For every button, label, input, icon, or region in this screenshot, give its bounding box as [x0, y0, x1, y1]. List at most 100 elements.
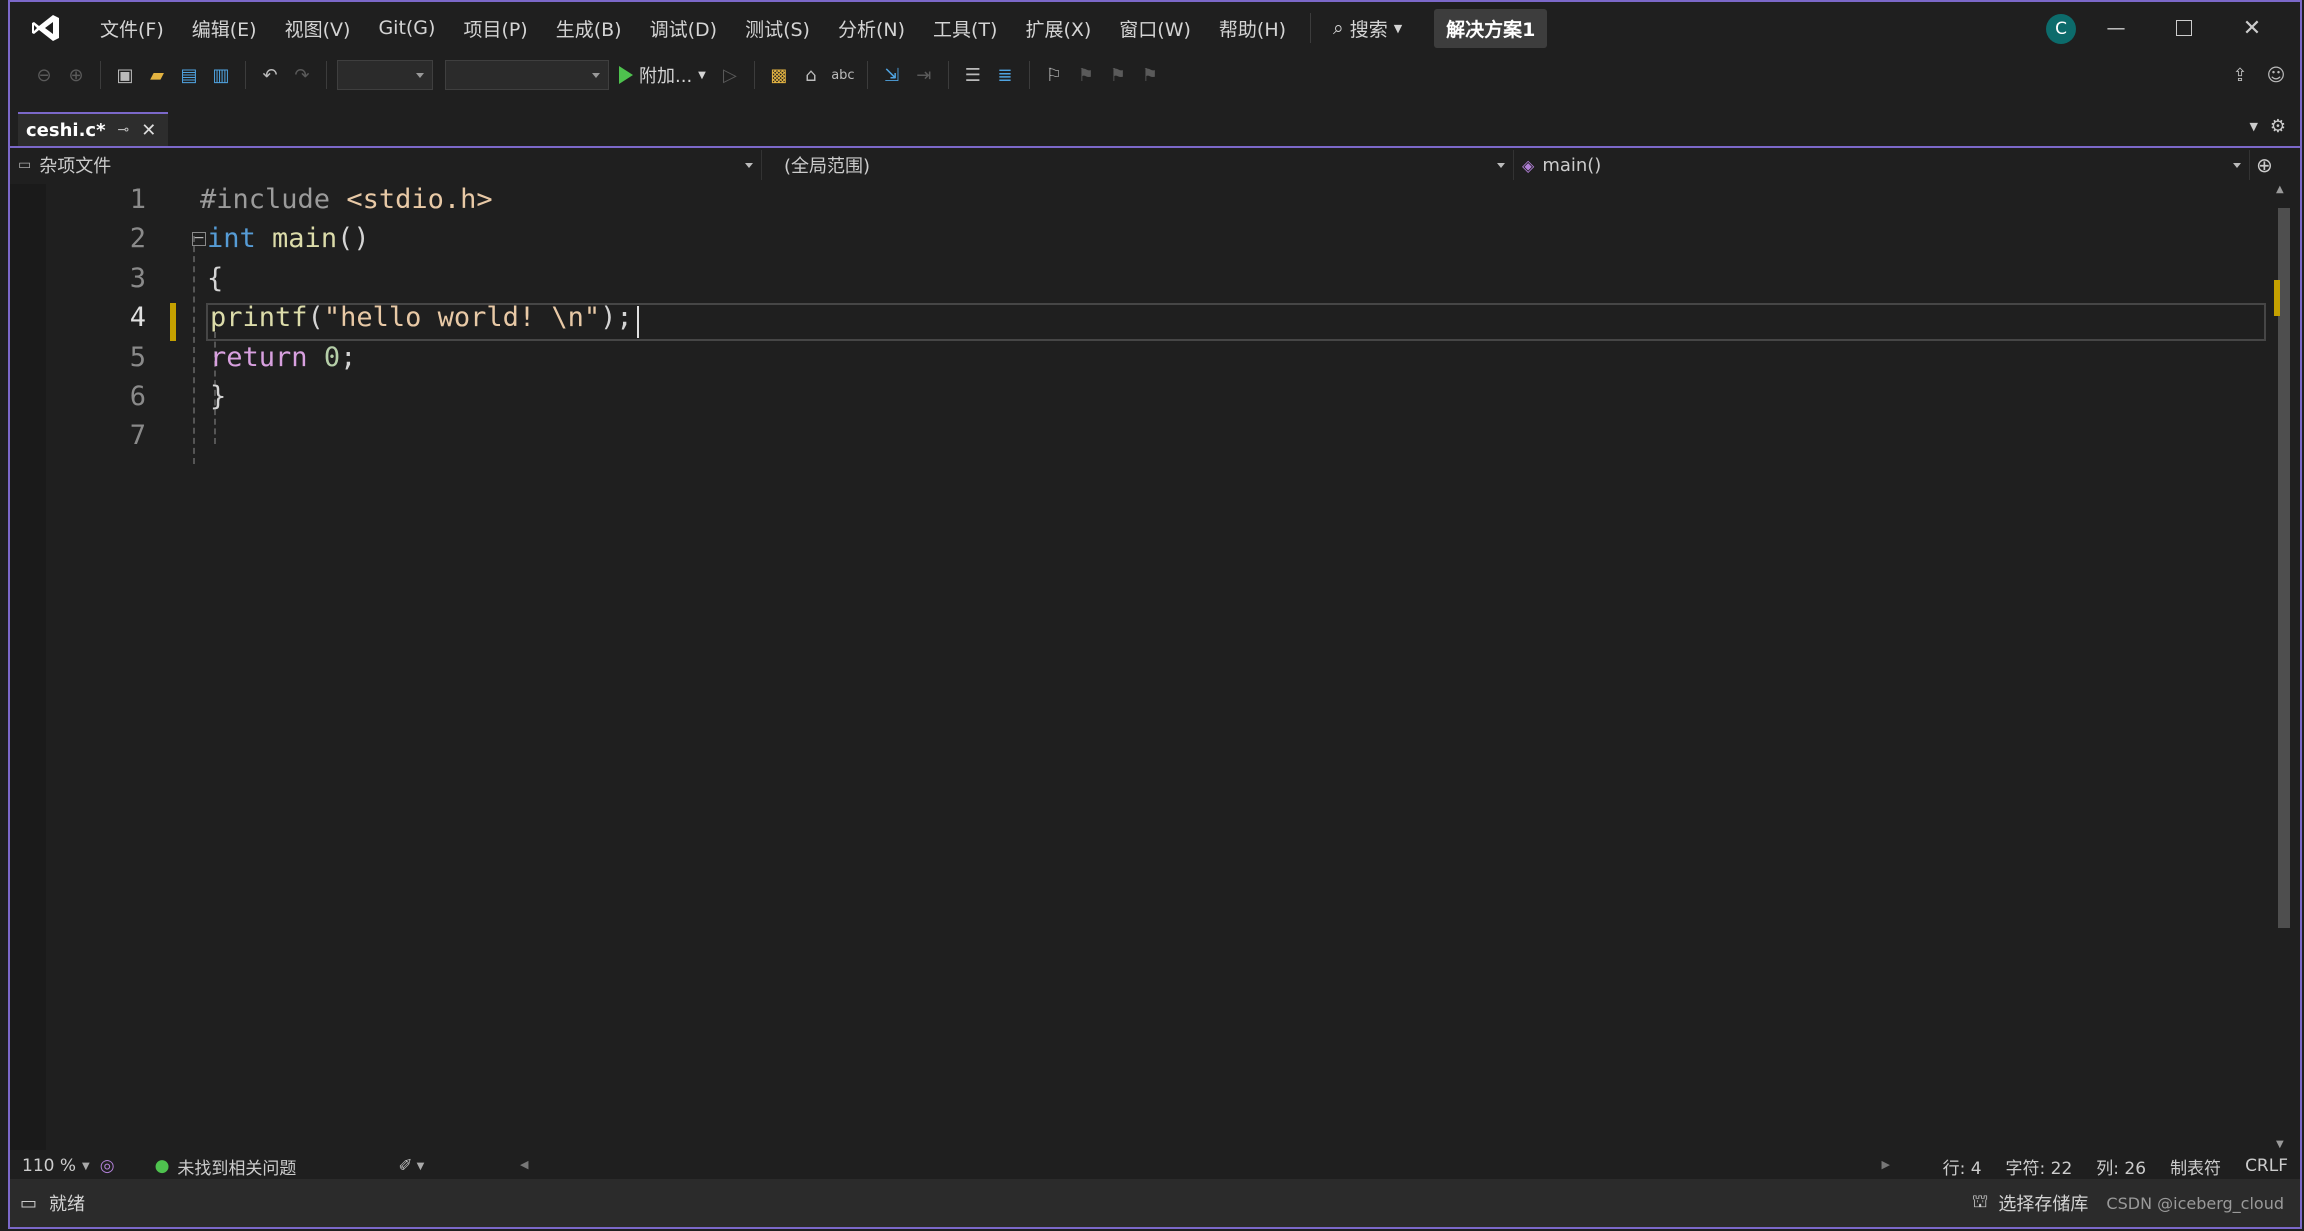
live-share-icon[interactable]: ⇪ [2226, 61, 2254, 89]
copilot-icon[interactable]: ◎ [100, 1156, 115, 1176]
menu-window[interactable]: 窗口(W) [1105, 15, 1205, 42]
char-indicator[interactable]: 字符: 22 [1994, 1154, 2085, 1179]
code-line[interactable]: return 0; [210, 342, 356, 373]
search-button[interactable]: ⌕ 搜索 ▼ [1321, 15, 1414, 42]
collapse-icon[interactable]: − [192, 231, 206, 246]
outlining-guide [193, 236, 196, 464]
menu-view[interactable]: 视图(V) [271, 15, 365, 42]
zoom-level-dropdown[interactable]: 110 % [10, 1156, 88, 1176]
navigate-back-icon[interactable]: ⊖ [30, 61, 58, 89]
tab-list-dropdown-icon[interactable]: ▼ [2250, 120, 2258, 133]
chevron-down-icon: ▼ [82, 1160, 90, 1172]
comment-lines-icon[interactable]: ☰ [959, 61, 987, 89]
scroll-down-icon[interactable]: ▼ [2276, 1139, 2284, 1150]
text-caret [637, 306, 639, 338]
browser-link-icon[interactable]: ⌂ [797, 61, 825, 89]
menu-test[interactable]: 测试(S) [731, 15, 824, 42]
maximize-icon [2176, 20, 2192, 36]
code-cleanup-icon[interactable]: ✐ [398, 1156, 412, 1176]
tab-ceshi-c[interactable]: ceshi.c* ⊸ ✕ [18, 112, 168, 146]
gear-icon[interactable]: ⚙ [2270, 116, 2286, 137]
menu-analyze[interactable]: 分析(N) [824, 15, 919, 42]
notification-icon[interactable]: ▭ [20, 1193, 37, 1214]
solution-platform-dropdown[interactable] [445, 60, 609, 90]
spell-check-icon[interactable]: abc [829, 61, 857, 89]
scroll-left-icon[interactable]: ◀ [520, 1158, 528, 1171]
code-line[interactable]: int main() [207, 223, 370, 254]
save-icon[interactable]: ▤ [175, 61, 203, 89]
watermark-text: CSDN @iceberg_cloud [2106, 1193, 2284, 1213]
document-tab-strip: ceshi.c* ⊸ ✕ ▼ ⚙ [10, 112, 2300, 148]
previous-bookmark-icon[interactable]: ⚑ [1072, 61, 1100, 89]
step-into-icon[interactable]: ⇲ [878, 61, 906, 89]
menu-edit[interactable]: 编辑(E) [178, 15, 271, 42]
close-window-button[interactable]: ✕ [2218, 2, 2286, 54]
code-line[interactable]: #include <stdio.h> [200, 184, 493, 215]
menu-git[interactable]: Git(G) [364, 17, 449, 39]
next-bookmark-icon[interactable]: ⚑ [1104, 61, 1132, 89]
menu-file[interactable]: 文件(F) [86, 15, 178, 42]
menu-debug[interactable]: 调试(D) [636, 15, 731, 42]
line-indicator[interactable]: 行: 4 [1931, 1154, 1994, 1179]
attach-debugger-button[interactable]: 附加... ▼ [613, 62, 712, 88]
column-indicator[interactable]: 列: 26 [2084, 1154, 2158, 1179]
issues-status[interactable]: 未找到相关问题 [169, 1154, 308, 1179]
scrollbar-thumb[interactable] [2278, 208, 2290, 928]
scroll-up-icon[interactable]: ▲ [2276, 184, 2284, 195]
pin-icon[interactable]: ⊸ [118, 122, 130, 138]
maximize-button[interactable] [2150, 2, 2218, 54]
toolbar-divider [753, 61, 755, 89]
undo-icon[interactable]: ↶ [256, 61, 284, 89]
menu-build[interactable]: 生成(B) [542, 15, 636, 42]
toolbar-divider [1028, 61, 1030, 89]
menu-tools[interactable]: 工具(T) [919, 15, 1011, 42]
menu-divider [1310, 13, 1312, 43]
navigate-forward-icon[interactable]: ⊕ [62, 61, 90, 89]
start-without-debugging-icon[interactable]: ▷ [716, 61, 744, 89]
indentation-indicator[interactable]: 制表符 [2158, 1154, 2233, 1179]
line-number-current: 4 [129, 302, 146, 333]
account-avatar[interactable]: C [2046, 14, 2076, 44]
check-circle-icon: ● [154, 1156, 170, 1176]
step-over-icon[interactable]: ⇥ [910, 61, 938, 89]
play-icon [619, 66, 633, 84]
visual-studio-logo-icon[interactable] [28, 10, 64, 46]
code-line[interactable]: printf("hello world! \n"); [210, 302, 633, 333]
new-project-icon[interactable]: ▣ [111, 61, 139, 89]
code-editor[interactable]: − 1 2 3 4 5 6 7 #include <stdio.h> int m… [10, 184, 2266, 1150]
menu-project[interactable]: 项目(P) [449, 15, 541, 42]
minimize-button[interactable]: — [2082, 2, 2150, 54]
close-tab-icon[interactable]: ✕ [141, 120, 156, 141]
menu-extensions[interactable]: 扩展(X) [1011, 15, 1105, 42]
vs-window: 文件(F) 编辑(E) 视图(V) Git(G) 项目(P) 生成(B) 调试(… [8, 0, 2302, 1229]
project-dropdown[interactable]: ▭ 杂项文件 [10, 150, 762, 180]
solution-explorer-icon[interactable]: ▩ [765, 61, 793, 89]
line-ending-indicator[interactable]: CRLF [2233, 1156, 2300, 1176]
code-line[interactable]: { [207, 263, 223, 294]
redo-icon[interactable]: ↷ [288, 61, 316, 89]
open-file-icon[interactable]: ▰ [143, 61, 171, 89]
scroll-right-icon[interactable]: ▶ [1882, 1158, 1890, 1171]
chevron-down-icon: ▼ [416, 1160, 425, 1172]
member-dropdown[interactable]: ◈ main() [1514, 150, 2250, 180]
code-line[interactable]: } [210, 381, 226, 412]
solution-configuration-dropdown[interactable] [337, 60, 433, 90]
solution-name-badge[interactable]: 解决方案1 [1434, 8, 1548, 48]
uncomment-lines-icon[interactable]: ≣ [991, 61, 1019, 89]
line-number: 5 [129, 342, 146, 373]
feedback-icon[interactable]: ☺ [2262, 61, 2290, 89]
tab-label: ceshi.c* [26, 119, 106, 141]
split-window-icon[interactable]: ⊕ [2256, 153, 2273, 177]
repository-icon[interactable]: ⛫ [1972, 1191, 1989, 1215]
scope-dropdown[interactable]: (全局范围) [762, 150, 1514, 180]
bookmark-icon[interactable]: ⚐ [1040, 61, 1068, 89]
save-all-icon[interactable]: ▥ [207, 61, 235, 89]
select-repository-button[interactable]: 选择存储库 [1998, 1190, 2088, 1216]
indicator-margin [10, 184, 46, 1150]
minimize-icon: — [2106, 17, 2126, 39]
line-number: 7 [129, 420, 146, 451]
horizontal-scrollbar[interactable]: ◀ ▶ [520, 1156, 1890, 1176]
clear-bookmarks-icon[interactable]: ⚑ [1136, 61, 1164, 89]
menu-help[interactable]: 帮助(H) [1205, 15, 1300, 42]
vertical-scrollbar[interactable]: ▲ ▼ [2274, 184, 2292, 1150]
